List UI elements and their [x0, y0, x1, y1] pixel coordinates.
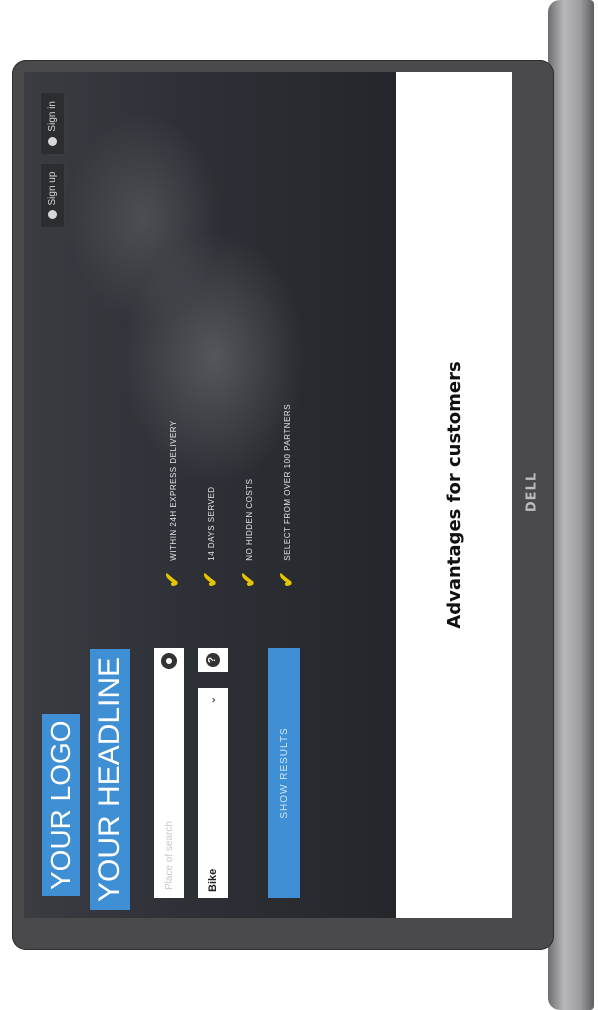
sign-up-label: Sign up [47, 171, 58, 206]
top-nav: Sign up Sign in [40, 92, 65, 229]
sign-in-label: Sign in [47, 101, 58, 132]
help-icon: ? [206, 653, 220, 667]
benefit-item: ✔ NO HIDDEN COSTS [238, 404, 260, 588]
benefit-item: ✔ SELECT FROM OVER 100 PARTNERS [276, 403, 298, 588]
search-form: Bike ⌄ ? SHOW RESULTS [154, 648, 300, 898]
show-results-button[interactable]: SHOW RESULTS [268, 648, 300, 898]
laptop-base [548, 0, 594, 1010]
benefit-item: ✔ WITHIN 24H EXPRESS DELIVERY [162, 404, 184, 588]
chevron-down-icon: ⌄ [207, 696, 218, 705]
brand-logo: DELL [524, 471, 540, 513]
sign-in-button[interactable]: Sign in [40, 92, 65, 155]
category-select[interactable]: Bike ⌄ [198, 688, 228, 898]
locate-icon[interactable] [161, 653, 177, 669]
check-icon: ✔ [162, 570, 184, 588]
check-icon: ✔ [200, 570, 222, 588]
location-input[interactable] [156, 688, 182, 892]
caption-panel: Advantages for customers [396, 72, 512, 918]
benefits-list: ✔ WITHIN 24H EXPRESS DELIVERY ✔ 14 DAYS … [162, 403, 298, 588]
hero-section: YOUR LOGO YOUR HEADLINE Sign up Sign in [24, 72, 396, 918]
benefit-label: WITHIN 24H EXPRESS DELIVERY [168, 420, 178, 561]
benefit-label: NO HIDDEN COSTS [244, 478, 254, 561]
location-field-wrapper [154, 648, 184, 898]
benefit-item: ✔ 14 DAYS SERVED [200, 404, 222, 588]
benefit-label: SELECT FROM OVER 100 PARTNERS [282, 403, 292, 561]
sign-up-button[interactable]: Sign up [40, 162, 65, 229]
page-headline: YOUR HEADLINE [90, 648, 130, 910]
help-button[interactable]: ? [198, 648, 228, 672]
check-icon: ✔ [238, 570, 260, 588]
caption-text: Advantages for customers [443, 361, 465, 629]
laptop-screen: YOUR LOGO YOUR HEADLINE Sign up Sign in [24, 72, 512, 918]
user-icon [48, 210, 57, 220]
category-value: Bike [207, 868, 219, 892]
check-icon: ✔ [276, 570, 298, 588]
web-page: YOUR LOGO YOUR HEADLINE Sign up Sign in [24, 72, 512, 918]
site-logo[interactable]: YOUR LOGO [42, 714, 80, 896]
login-icon [48, 136, 57, 146]
category-row: Bike ⌄ ? [198, 648, 228, 898]
benefit-label: 14 DAYS SERVED [206, 486, 216, 561]
